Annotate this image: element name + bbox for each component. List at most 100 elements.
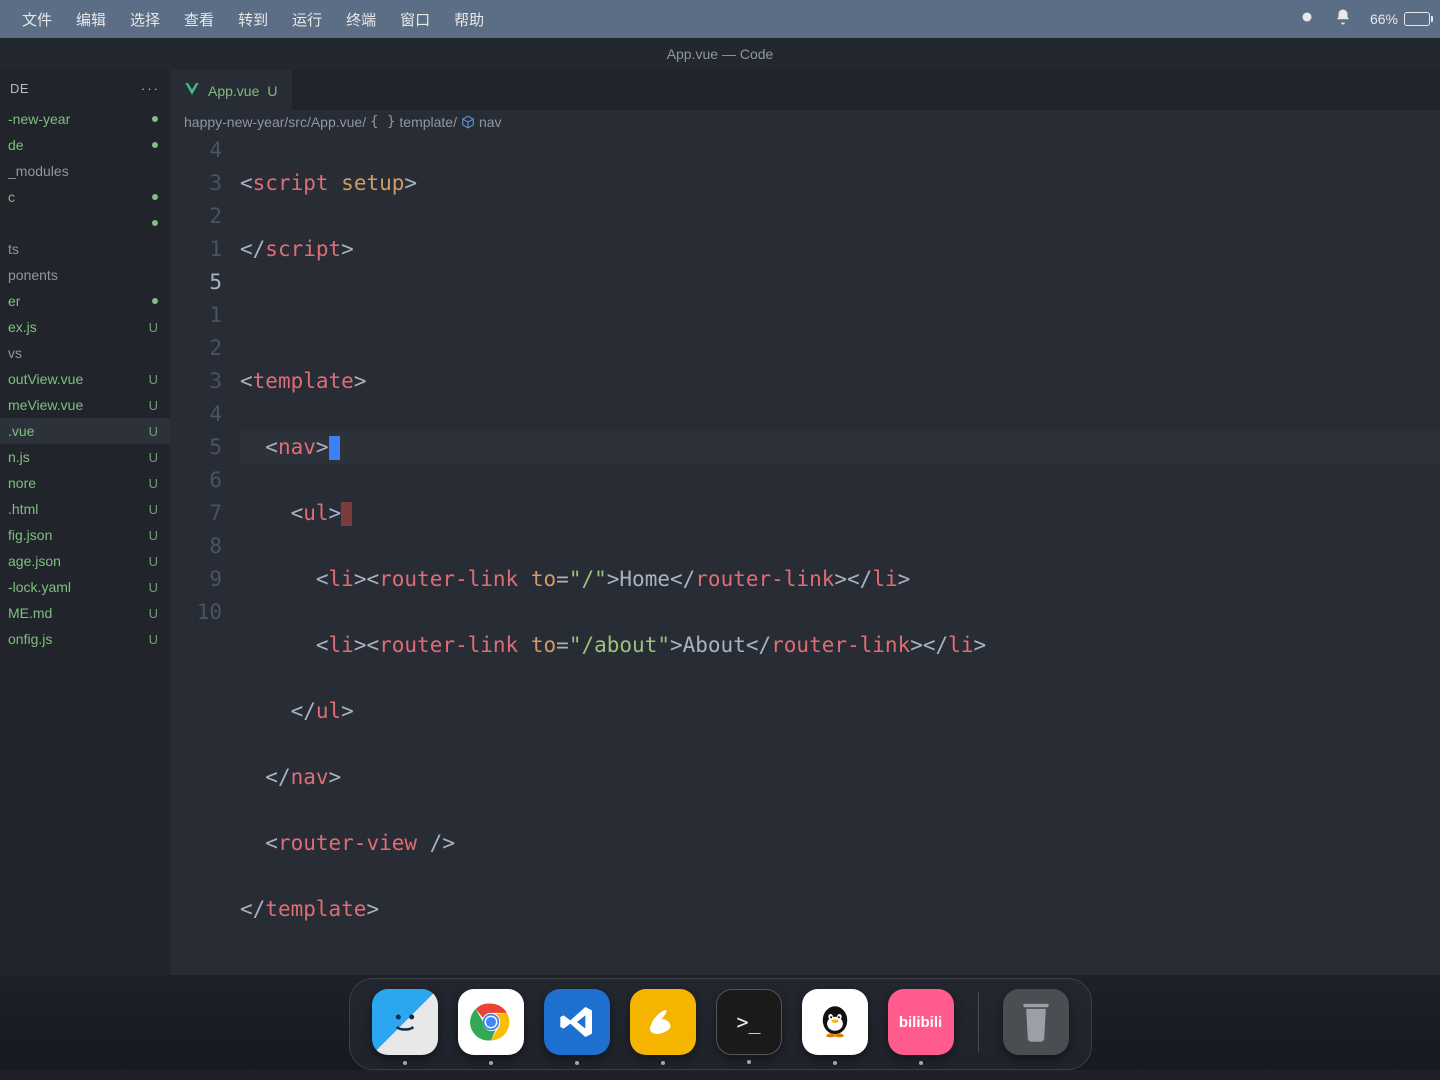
menu-run[interactable]: 运行 bbox=[280, 5, 334, 34]
bell-icon[interactable] bbox=[1334, 8, 1352, 30]
file-tree-item[interactable]: .vueU bbox=[0, 418, 170, 444]
git-status-badge: U bbox=[149, 502, 158, 517]
record-icon[interactable] bbox=[1298, 8, 1316, 30]
menu-items: 文件 编辑 选择 查看 转到 运行 终端 窗口 帮助 bbox=[10, 5, 496, 34]
tab-filename: App.vue bbox=[208, 83, 259, 99]
explorer-sidebar[interactable]: DE ··· -new-year de_modulesc ts ponents er ex… bbox=[0, 70, 170, 975]
file-name: ex.js bbox=[8, 319, 37, 335]
file-name: ME.md bbox=[8, 605, 52, 621]
file-tree-item[interactable]: n.jsU bbox=[0, 444, 170, 470]
dock-qq[interactable] bbox=[802, 989, 868, 1055]
file-tree-item[interactable]: .htmlU bbox=[0, 496, 170, 522]
modified-dot-icon bbox=[152, 116, 158, 122]
file-name: fig.json bbox=[8, 527, 52, 543]
git-status-badge: U bbox=[149, 632, 158, 647]
modified-dot-icon bbox=[152, 142, 158, 148]
file-name: er bbox=[8, 293, 20, 309]
system-menubar: 文件 编辑 选择 查看 转到 运行 终端 窗口 帮助 66% bbox=[0, 0, 1440, 38]
file-name: .vue bbox=[8, 423, 34, 439]
file-name: -lock.yaml bbox=[8, 579, 71, 595]
menu-view[interactable]: 查看 bbox=[172, 5, 226, 34]
tab-bar[interactable]: App.vue U bbox=[170, 70, 1440, 110]
line-number: 7 bbox=[170, 497, 222, 530]
dock-app-yellow[interactable] bbox=[630, 989, 696, 1055]
breadcrumb[interactable]: happy-new-year/src/App.vue/ { } template… bbox=[170, 110, 1440, 134]
modified-dot-icon bbox=[152, 194, 158, 200]
file-tree-item[interactable]: onfig.jsU bbox=[0, 626, 170, 652]
file-name: -new-year bbox=[8, 111, 70, 127]
more-icon[interactable]: ··· bbox=[141, 81, 160, 96]
tab-git-status: U bbox=[267, 83, 277, 99]
dock: >_ bilibili bbox=[349, 978, 1092, 1070]
file-tree-item[interactable]: vs bbox=[0, 340, 170, 366]
git-status-badge: U bbox=[149, 580, 158, 595]
battery-icon bbox=[1404, 12, 1430, 26]
text-cursor bbox=[329, 436, 340, 460]
dock-terminal[interactable]: >_ bbox=[716, 989, 782, 1055]
file-name: ts bbox=[8, 241, 19, 257]
file-tree-item[interactable]: fig.jsonU bbox=[0, 522, 170, 548]
file-tree-item[interactable]: ME.mdU bbox=[0, 600, 170, 626]
tab-app-vue[interactable]: App.vue U bbox=[170, 70, 292, 110]
file-tree-item[interactable]: ex.js U bbox=[0, 314, 170, 340]
line-number: 2 bbox=[170, 332, 222, 365]
file-tree-item[interactable] bbox=[0, 210, 170, 236]
vue-icon bbox=[184, 81, 200, 100]
line-number: 1 bbox=[170, 233, 222, 266]
file-tree-item[interactable]: _modules bbox=[0, 158, 170, 184]
dock-area: >_ bilibili bbox=[0, 975, 1440, 1070]
file-tree-item[interactable]: ts bbox=[0, 236, 170, 262]
file-tree-item[interactable]: noreU bbox=[0, 470, 170, 496]
dock-chrome[interactable] bbox=[458, 989, 524, 1055]
menu-select[interactable]: 选择 bbox=[118, 5, 172, 34]
dock-trash[interactable] bbox=[1003, 989, 1069, 1055]
line-number: 5 bbox=[170, 266, 222, 299]
file-name: vs bbox=[8, 345, 22, 361]
file-name: age.json bbox=[8, 553, 61, 569]
menu-edit[interactable]: 编辑 bbox=[64, 5, 118, 34]
modified-dot-icon bbox=[152, 298, 158, 304]
sidebar-header: DE ··· bbox=[0, 70, 170, 106]
file-tree-item[interactable]: de bbox=[0, 132, 170, 158]
battery-status[interactable]: 66% bbox=[1370, 11, 1430, 27]
line-number: 1 bbox=[170, 299, 222, 332]
braces-icon: { } bbox=[370, 114, 395, 130]
file-tree-item[interactable]: er bbox=[0, 288, 170, 314]
git-status-badge: U bbox=[149, 372, 158, 387]
battery-percent: 66% bbox=[1370, 11, 1398, 27]
menu-help[interactable]: 帮助 bbox=[442, 5, 496, 34]
file-tree-item[interactable]: -new-year bbox=[0, 106, 170, 132]
line-number: 2 bbox=[170, 200, 222, 233]
cube-icon bbox=[461, 115, 475, 129]
window-title: App.vue — Code bbox=[667, 46, 774, 62]
line-number: 4 bbox=[170, 398, 222, 431]
code-editor[interactable]: 4321512345678910 <script setup> </script… bbox=[170, 134, 1440, 975]
dock-finder[interactable] bbox=[372, 989, 438, 1055]
file-tree-item[interactable]: -lock.yaml U bbox=[0, 574, 170, 600]
file-tree[interactable]: -new-year de_modulesc ts ponents er ex.js Uvs o… bbox=[0, 106, 170, 652]
menu-window[interactable]: 窗口 bbox=[388, 5, 442, 34]
file-tree-item[interactable]: meView.vue U bbox=[0, 392, 170, 418]
code-content[interactable]: <script setup> </script> <template> <nav… bbox=[240, 134, 1440, 975]
line-number: 3 bbox=[170, 365, 222, 398]
menu-go[interactable]: 转到 bbox=[226, 5, 280, 34]
file-name: ponents bbox=[8, 267, 58, 283]
line-number: 9 bbox=[170, 563, 222, 596]
file-tree-item[interactable]: ponents bbox=[0, 262, 170, 288]
file-tree-item[interactable]: age.jsonU bbox=[0, 548, 170, 574]
line-number: 6 bbox=[170, 464, 222, 497]
git-status-badge: U bbox=[149, 398, 158, 413]
file-tree-item[interactable]: outView.vueU bbox=[0, 366, 170, 392]
terminal-glyph: >_ bbox=[736, 1010, 760, 1034]
line-gutter: 4321512345678910 bbox=[170, 134, 240, 975]
menu-terminal[interactable]: 终端 bbox=[334, 5, 388, 34]
menu-file[interactable]: 文件 bbox=[10, 5, 64, 34]
file-tree-item[interactable]: c bbox=[0, 184, 170, 210]
line-number: 8 bbox=[170, 530, 222, 563]
bilibili-label: bilibili bbox=[899, 1014, 942, 1031]
dock-bilibili[interactable]: bilibili bbox=[888, 989, 954, 1055]
file-name: nore bbox=[8, 475, 36, 491]
file-name: meView.vue bbox=[8, 397, 83, 413]
dock-vscode[interactable] bbox=[544, 989, 610, 1055]
git-status-badge: U bbox=[149, 320, 158, 335]
